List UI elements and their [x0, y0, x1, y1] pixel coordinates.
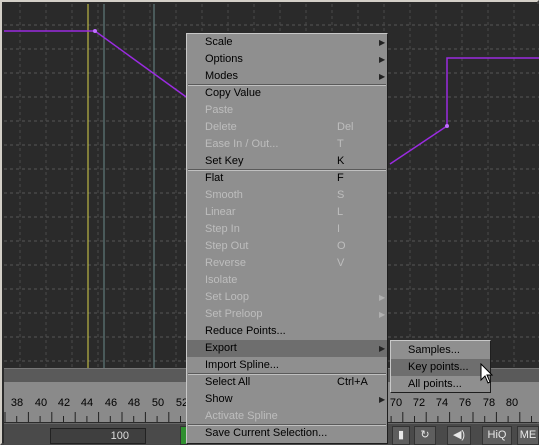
menu-item-shortcut: T: [337, 138, 344, 150]
menu-item-options[interactable]: Options ▶: [187, 51, 387, 68]
menu-item-shortcut: Del: [337, 121, 354, 133]
menu-item-modes[interactable]: Modes ▶: [187, 68, 387, 85]
ruler-tick-label: 38: [10, 397, 24, 409]
speaker-icon[interactable]: ◀): [447, 426, 471, 445]
menu-item-label: Set Loop: [205, 291, 250, 303]
menu-item-label: Step In: [205, 223, 240, 235]
menu-item-label: Modes: [205, 70, 239, 82]
submenu-arrow-icon: ▶: [379, 344, 386, 353]
submenu-arrow-icon: ▶: [379, 310, 386, 319]
menu-item-label: Smooth: [205, 189, 243, 201]
ruler-tick-label: 48: [127, 397, 141, 409]
menu-item-label: Select All: [205, 376, 251, 388]
key-point[interactable]: [93, 29, 97, 33]
menu-item-label: Show: [205, 393, 233, 405]
me-button[interactable]: ME: [517, 426, 539, 445]
menu-item-label: Delete: [205, 121, 237, 133]
menu-item-shortcut: L: [337, 206, 344, 218]
menu-item-show[interactable]: Show ▶: [187, 391, 387, 408]
ruler-tick-label: 74: [435, 397, 449, 409]
ruler-tick-label: 70: [389, 397, 403, 409]
menu-item-delete: Delete Del: [187, 119, 387, 136]
menu-item-select-all[interactable]: Select All Ctrl+A: [187, 374, 387, 391]
ruler-tick-label: 44: [80, 397, 94, 409]
submenu-arrow-icon: ▶: [379, 55, 386, 64]
menu-item-smooth: Smooth S: [187, 187, 387, 204]
menu-item-label: Save Current Selection...: [205, 427, 328, 439]
menu-item-label: Export: [205, 342, 237, 354]
submenu-item-all-points[interactable]: All points...: [391, 376, 490, 393]
spline-curve[interactable]: [4, 30, 190, 100]
menu-item-label: Paste: [205, 104, 234, 116]
menu-item-linear: Linear L: [187, 204, 387, 221]
frame-field[interactable]: 100: [50, 428, 146, 444]
hiq-button[interactable]: HiQ: [482, 426, 512, 445]
menu-item-shortcut: V: [337, 257, 345, 269]
export-submenu: Samples... Key points... All points...: [390, 340, 491, 393]
menu-item-isolate: Isolate: [187, 272, 387, 289]
context-menu: Scale ▶ Options ▶ Modes ▶ Copy Value Paste Delet…: [186, 33, 388, 444]
menu-item-set-loop: Set Loop ▶: [187, 289, 387, 306]
menu-item-label: Activate Spline: [205, 410, 278, 422]
menu-item-shortcut: O: [337, 240, 346, 252]
menu-item-activate-spline: Activate Spline: [187, 408, 387, 425]
menu-item-label: Import Spline...: [205, 359, 279, 371]
menu-item-label: Flat: [205, 172, 224, 184]
menu-item-reverse: Reverse V: [187, 255, 387, 272]
ruler-tick-label: 72: [412, 397, 426, 409]
menu-item-label: Linear: [205, 206, 236, 218]
menu-item-label: Reverse: [205, 257, 246, 269]
menu-item-set-key[interactable]: Set Key K: [187, 153, 387, 170]
submenu-arrow-icon: ▶: [379, 38, 386, 47]
menu-item-shortcut: F: [337, 172, 344, 184]
menu-item-reduce-points[interactable]: Reduce Points...: [187, 323, 387, 340]
menu-item-scale[interactable]: Scale ▶: [187, 34, 387, 51]
menu-item-label: Reduce Points...: [205, 325, 286, 337]
ruler-tick-label: 42: [57, 397, 71, 409]
menu-item-step-out: Step Out O: [187, 238, 387, 255]
loop-icon[interactable]: ↻: [414, 426, 436, 445]
menu-item-shortcut: S: [337, 189, 345, 201]
spline-curve[interactable]: [389, 57, 539, 165]
menu-item-shortcut: I: [337, 223, 341, 235]
menu-item-shortcut: K: [337, 155, 345, 167]
menu-item-label: Step Out: [205, 240, 249, 252]
ruler-tick-label: 50: [151, 397, 165, 409]
submenu-arrow-icon: ▶: [379, 72, 386, 81]
menu-item-label: Copy Value: [205, 87, 262, 99]
submenu-arrow-icon: ▶: [379, 293, 386, 302]
menu-item-label: Options: [205, 53, 243, 65]
ruler-tick-label: 78: [482, 397, 496, 409]
menu-item-label: Set Key: [205, 155, 244, 167]
menu-item-save-current-selection[interactable]: Save Current Selection...: [187, 425, 387, 442]
menu-item-label: Scale: [205, 36, 233, 48]
menu-item-set-preloop: Set Preloop ▶: [187, 306, 387, 323]
menu-item-flat[interactable]: Flat F: [187, 170, 387, 187]
ruler-tick-label: 80: [505, 397, 519, 409]
step-icon[interactable]: ▮: [392, 426, 410, 445]
submenu-item-key-points[interactable]: Key points...: [391, 359, 490, 376]
menu-item-copy-value[interactable]: Copy Value: [187, 85, 387, 102]
menu-item-label: Ease In / Out...: [205, 138, 279, 150]
submenu-arrow-icon: ▶: [379, 395, 386, 404]
key-point[interactable]: [445, 124, 449, 128]
menu-item-ease-in-out: Ease In / Out... T: [187, 136, 387, 153]
menu-item-export[interactable]: Export ▶: [187, 340, 387, 357]
submenu-item-samples[interactable]: Samples...: [391, 342, 490, 359]
ruler-tick-label: 46: [104, 397, 118, 409]
menu-item-import-spline[interactable]: Import Spline...: [187, 357, 387, 374]
menu-item-shortcut: Ctrl+A: [337, 376, 368, 388]
menu-item-step-in: Step In I: [187, 221, 387, 238]
ruler-tick-label: 76: [458, 397, 472, 409]
menu-item-label: Set Preloop: [205, 308, 263, 320]
menu-item-paste: Paste: [187, 102, 387, 119]
mouse-cursor-icon: [480, 363, 494, 384]
menu-item-label: Isolate: [205, 274, 238, 286]
ruler-tick-label: 40: [34, 397, 48, 409]
